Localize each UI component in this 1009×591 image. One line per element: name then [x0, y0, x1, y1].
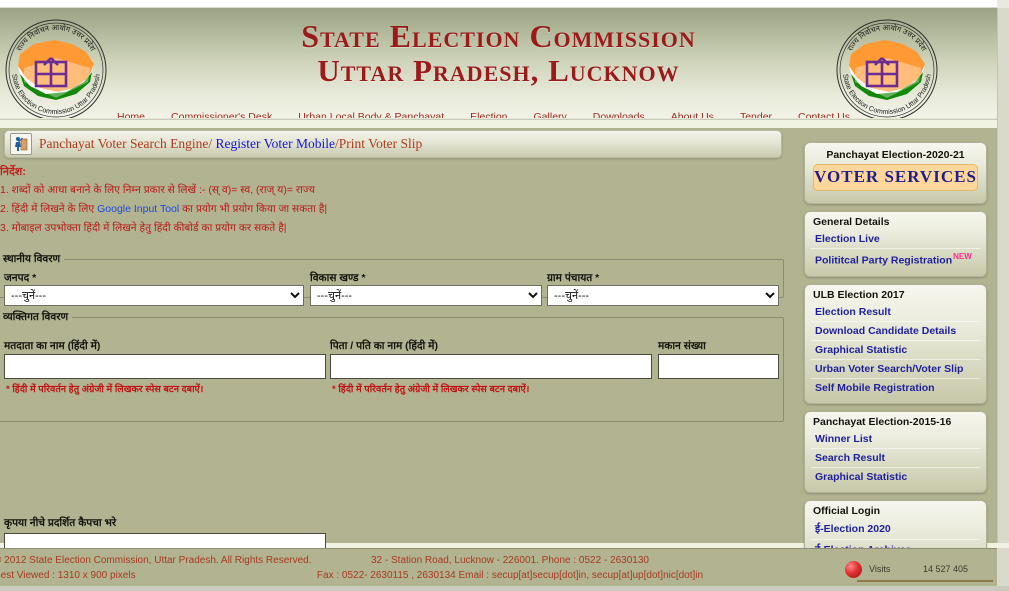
counter-ball-icon: [845, 561, 862, 578]
footer-best-viewed: Best Viewed : 1310 x 900 pixels: [0, 569, 136, 581]
sidebar-panel-head-panchayat-2020: Panchayat Election-2020-21: [826, 149, 965, 161]
nav-item-tender[interactable]: Tender: [727, 111, 785, 119]
site-footer: © 2012 State Election Commission, Uttar …: [0, 548, 1009, 591]
personal-details-legend: व्यक्तिगत विवरण: [3, 311, 69, 323]
footer-left-block: © 2012 State Election Commission, Uttar …: [0, 554, 312, 583]
sidebar-item-political-party-registration[interactable]: Polititcal Party RegistrationNEW: [811, 249, 980, 270]
instruction-line-1: 1. शब्दों को आधा बनाने के लिए निम्न प्रक…: [0, 184, 315, 196]
page-bar-part3: /Print Voter Slip: [334, 136, 423, 151]
sidebar-panel-head-official-login: Official Login: [813, 504, 881, 517]
house-number-label: मकान संख्या: [658, 340, 706, 352]
title-line-1: State Election Commission: [301, 18, 696, 54]
sidebar-panel-panchayat-2015-16: Panchayat Election-2015-16 Winner List S…: [804, 410, 987, 493]
sidebar-item-self-mobile-registration[interactable]: Self Mobile Registration: [811, 379, 980, 397]
main-navigation[interactable]: Home Commissioner's Desk Urban Local Bod…: [0, 107, 997, 119]
page-bar: Panchayat Voter Search Engine/ Register …: [4, 130, 782, 158]
house-number-input[interactable]: [658, 354, 779, 379]
sidebar-item-e-election-2020[interactable]: ई-Election 2020: [811, 519, 980, 540]
nav-item-contact-us[interactable]: Contact Us: [785, 111, 863, 119]
nav-item-commissioners-desk[interactable]: Commissioner's Desk: [158, 111, 285, 119]
sidebar-right-edge: [997, 118, 1009, 543]
instruction-line-2-post: का प्रयोग भी प्रयोग किया जा सकता है|: [179, 203, 328, 215]
sidebar-item-election-result[interactable]: Election Result: [811, 303, 980, 322]
nav-item-gallery[interactable]: Gallery: [521, 111, 580, 119]
footer-right-edge: [997, 548, 1009, 591]
captcha-label: कृपया नीचे प्रदर्शित कैपचा भरे: [4, 517, 117, 529]
instruction-line-2-pre: 2. हिंदी में लिखने के लिए: [0, 203, 98, 215]
page-bar-part1: Panchayat Voter Search Engine/: [39, 136, 216, 151]
page-bar-register-voter-mobile-link[interactable]: Register Voter Mobile: [215, 136, 335, 151]
instructions-block: निर्देश: 1. शब्दों को आधा बनाने के लिए न…: [0, 164, 780, 240]
block-label: विकास खण्ड *: [310, 272, 366, 284]
sidebar-item-election-live-label: Election Live: [815, 233, 880, 245]
sidebar-item-search-result[interactable]: Search Result: [811, 449, 980, 468]
instruction-line-3: 3. मोबाइल उपभोक्ता हिंदी में लिखने हेतु …: [0, 222, 287, 234]
sidebar-item-download-candidate-details[interactable]: Download Candidate Details: [811, 322, 980, 341]
browser-top-strip: [0, 0, 1009, 8]
gram-panchayat-label: ग्राम पंचायत *: [547, 272, 600, 284]
gram-panchayat-select[interactable]: ---चुनें---: [547, 285, 779, 306]
nav-item-home[interactable]: Home: [104, 111, 158, 119]
voter-name-label: मतदाता का नाम (हिंदी में): [4, 340, 101, 352]
footer-copyright: © 2012 State Election Commission, Uttar …: [0, 555, 312, 566]
sidebar-panel-ulb-election-2017: ULB Election 2017 Election Result Downlo…: [804, 283, 987, 404]
sidebar-item-graphical-statistic-panchayat[interactable]: Graphical Statistic: [811, 468, 980, 486]
sidebar-item-political-party-registration-label: Polititcal Party Registration: [815, 254, 953, 267]
voter-name-input[interactable]: [4, 354, 326, 379]
counter-bar: [857, 580, 993, 582]
block-select[interactable]: ---चुनें---: [310, 285, 542, 306]
footer-fax-email: Fax : 0522- 2630115 , 2630134 Email : se…: [316, 569, 704, 581]
page-root: राज्य निर्वाचन आयोग उत्तर प्रदेश State E…: [0, 0, 1009, 591]
nav-item-about-us[interactable]: About Us: [658, 111, 727, 119]
sidebar-panel-head-panchayat-2015: Panchayat Election-2015-16: [813, 415, 952, 428]
sec-emblem-right-icon: राज्य निर्वाचन आयोग उत्तर प्रदेश State E…: [833, 16, 941, 118]
father-name-label: पिता / पति का नाम (हिंदी में): [330, 340, 438, 352]
father-name-input[interactable]: [330, 354, 652, 379]
footer-address: 32 - Station Road, Lucknow - 226001. Pho…: [371, 555, 649, 566]
sidebar-panel-head-general-details: General Details: [813, 216, 890, 228]
sidebar-item-graphical-statistic-ulb[interactable]: Graphical Statistic: [811, 341, 980, 360]
new-badge-icon: NEW: [953, 252, 972, 261]
sidebar-panel-voter-services: Panchayat Election-2020-21 VOTER SERVICE…: [804, 142, 987, 204]
site-header: राज्य निर्वाचन आयोग उत्तर प्रदेश State E…: [0, 8, 997, 118]
page-bottom-shadow: [0, 586, 1009, 591]
instructions-heading: निर्देश:: [0, 166, 26, 178]
nav-item-urban-local-body-panchayat[interactable]: Urban Local Body & Panchayat: [285, 111, 457, 119]
browser-top-strip-right: [997, 0, 1009, 8]
sidebar-item-election-live[interactable]: Election Live: [811, 230, 980, 249]
nav-underline: [0, 118, 997, 120]
counter-label: Visits: [869, 564, 891, 574]
voter-search-icon: [10, 133, 32, 155]
page-bar-title: Panchayat Voter Search Engine/ Register …: [39, 136, 422, 152]
footer-contact-block: 32 - Station Road, Lucknow - 226001. Pho…: [300, 554, 720, 583]
nav-item-election[interactable]: Election: [457, 111, 520, 119]
main-content: Panchayat Voter Search Engine/ Register …: [0, 128, 790, 591]
nav-item-downloads[interactable]: Downloads: [580, 111, 658, 119]
counter-count: 14 527 405: [923, 564, 969, 574]
local-details-legend: स्थानीय विवरण: [3, 253, 61, 265]
google-input-tool-link[interactable]: Google Input Tool: [97, 203, 179, 215]
sidebar-item-urban-voter-search-voter-slip[interactable]: Urban Voter Search/Voter Slip: [811, 360, 980, 379]
voter-services-badge[interactable]: VOTER SERVICES: [813, 164, 978, 191]
voter-name-hint: * हिंदी में परिवर्तन हेतु अंग्रेजी में ल…: [6, 384, 204, 395]
header-right-edge: [997, 8, 1009, 118]
district-label: जनपद *: [4, 272, 37, 284]
right-sidebar: Panchayat Election-2020-21 VOTER SERVICE…: [790, 128, 997, 586]
instruction-line-2: 2. हिंदी में लिखने के लिए Google Input T…: [0, 202, 780, 216]
father-name-hint: * हिंदी में परिवर्तन हेतु अंग्रेजी में ल…: [332, 384, 530, 395]
visit-counter: Visits 14 527 405: [845, 561, 995, 583]
district-select[interactable]: ---चुनें---: [4, 285, 304, 306]
sidebar-panel-head-ulb-2017: ULB Election 2017: [813, 288, 905, 301]
sidebar-panel-general-details: General Details Election Live Polititcal…: [804, 211, 987, 277]
sidebar-item-winner-list[interactable]: Winner List: [811, 430, 980, 449]
